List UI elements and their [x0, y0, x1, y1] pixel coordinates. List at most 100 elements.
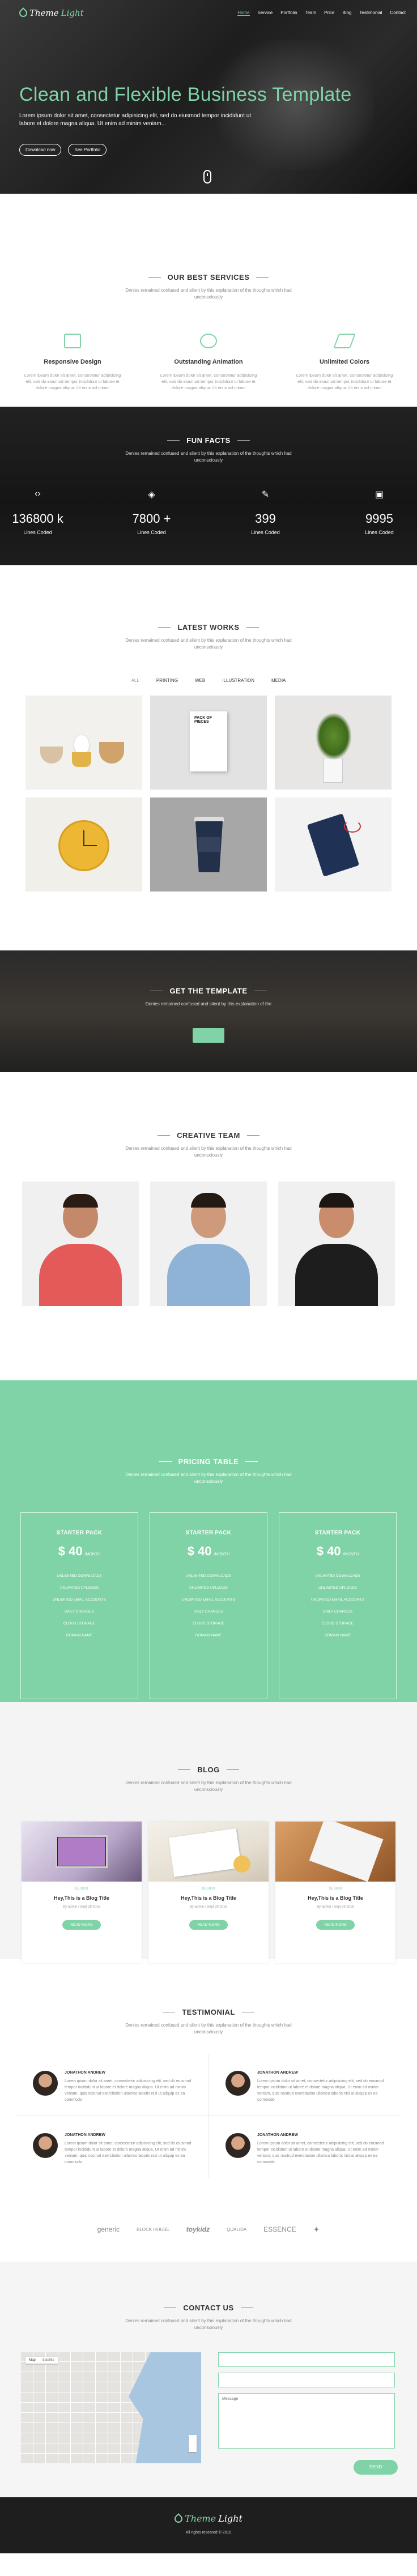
- work-bowls-and-egg[interactable]: [25, 696, 142, 790]
- filter-web[interactable]: WEB: [195, 678, 205, 683]
- client-logo[interactable]: toykidz: [186, 2225, 210, 2233]
- hero-section: Clean and Flexible Business Template Lor…: [0, 0, 417, 194]
- service-item: Unlimited Colors Lorem ipsum dolor sit a…: [293, 334, 395, 391]
- blog-image[interactable]: [22, 1822, 142, 1882]
- work-clock[interactable]: [25, 797, 142, 892]
- facts-title: FUN FACTS: [0, 436, 417, 445]
- message-field[interactable]: [218, 2393, 395, 2449]
- site-footer: Theme Light All rights reserved © 2015: [0, 2497, 417, 2553]
- testimonial-subtitle: Denies remained confused and silent by t…: [125, 2023, 292, 2035]
- avatar: [225, 2071, 250, 2096]
- nav-service[interactable]: Service: [258, 10, 273, 16]
- services-title: OUR BEST SERVICES: [0, 273, 417, 282]
- filter-media[interactable]: MEDIA: [271, 678, 286, 683]
- read-more-button[interactable]: READ MORE: [189, 1920, 228, 1930]
- client-logo[interactable]: QUALIDA: [227, 2227, 246, 2232]
- footer-logo[interactable]: Theme Light: [173, 2513, 242, 2524]
- edit-icon: ✎: [261, 490, 270, 500]
- image-icon: ▣: [375, 490, 384, 500]
- pricing-card: STARTER PACK $ 40/MONTH UNLIMITED DOWNLO…: [150, 1512, 267, 1699]
- nav-portfolio[interactable]: Portfolio: [280, 10, 297, 16]
- map-zoom-control[interactable]: [189, 2435, 197, 2452]
- work-plant[interactable]: [275, 696, 392, 790]
- map-tab[interactable]: Satellite: [39, 2357, 58, 2364]
- brand-logo[interactable]: Theme Light: [18, 7, 84, 19]
- pricing-card: STARTER PACK $ 40/MONTH UNLIMITED DOWNLO…: [279, 1512, 397, 1699]
- nav-team[interactable]: Team: [305, 10, 317, 16]
- service-item: Outstanding Animation Lorem ipsum dolor …: [158, 334, 259, 391]
- testimonial-title: TESTIMONIAL: [0, 2008, 417, 2016]
- read-more-button[interactable]: READ MORE: [62, 1920, 101, 1930]
- filter-printing[interactable]: PRINTING: [156, 678, 178, 683]
- nav-home[interactable]: Home: [237, 10, 250, 16]
- team-section: CREATIVE TEAM Denies remained confused a…: [0, 1072, 417, 1380]
- get-template-section: GET THE TEMPLATE Denies remained confuse…: [0, 950, 417, 1072]
- twitter-bird-icon[interactable]: ✦: [313, 2225, 320, 2234]
- blog-title: BLOG: [0, 1765, 417, 1774]
- facts-subtitle: Denies remained confused and silent by t…: [125, 451, 292, 463]
- scroll-mouse-icon[interactable]: [203, 170, 211, 184]
- testimonial-item: JONATHON ANDREW Lorem ipsum dolor sit ame…: [16, 2054, 208, 2116]
- testimonial-section: TESTIMONIAL Denies remained confused and…: [0, 1959, 417, 2197]
- contact-section: CONTACT US Denies remained confused and …: [0, 2262, 417, 2497]
- services-section: OUR BEST SERVICES Denies remained confus…: [0, 194, 417, 407]
- team-subtitle: Denies remained confused and silent by t…: [125, 1146, 292, 1158]
- team-member-photo[interactable]: [22, 1182, 139, 1306]
- name-field[interactable]: [218, 2352, 395, 2367]
- blog-card: DESIGN Hey,This is a Blog Title By admin…: [148, 1822, 269, 1963]
- leaf-icon: [18, 7, 29, 19]
- avatar: [33, 2071, 58, 2096]
- leaf-icon: [173, 2513, 184, 2524]
- services-subtitle: Denies remained confused and silent by t…: [125, 288, 292, 300]
- client-logo[interactable]: ESSENCE: [263, 2225, 296, 2233]
- testimonial-item: JONATHON ANDREW Lorem ipsum dolor sit ame…: [16, 2116, 208, 2178]
- send-button[interactable]: SEND: [354, 2460, 398, 2475]
- work-coffee-cup[interactable]: [150, 797, 267, 892]
- work-tag[interactable]: [275, 797, 392, 892]
- location-map[interactable]: Map Satellite: [21, 2352, 201, 2463]
- get-template-title: GET THE TEMPLATE: [0, 987, 417, 995]
- blog-card: DESIGN Hey,This is a Blog Title By admin…: [22, 1822, 142, 1963]
- nav-contact[interactable]: Contact: [390, 10, 406, 16]
- read-more-button[interactable]: READ MORE: [316, 1920, 355, 1930]
- team-member-photo[interactable]: [278, 1182, 395, 1306]
- blog-image[interactable]: [275, 1822, 395, 1882]
- blog-section: BLOG Denies remained confused and silent…: [0, 1702, 417, 1963]
- blog-card: DESIGN Hey,This is a Blog Title By admin…: [275, 1822, 395, 1963]
- fact-item: ▣ 9995 Lines Coded: [342, 489, 417, 535]
- contact-subtitle: Denies remained confused and silent by t…: [125, 2318, 292, 2330]
- client-logo[interactable]: generic: [97, 2225, 120, 2233]
- pricing-section: PRICING TABLE Denies remained confused a…: [0, 1380, 417, 1702]
- hero-text: Lorem ipsum dolor sit amet, consectetur …: [19, 113, 252, 127]
- nav-price[interactable]: Price: [324, 10, 334, 16]
- paint-brush-icon: [333, 334, 356, 348]
- client-logo[interactable]: BLOCK HOUSE: [137, 2227, 169, 2232]
- compass-icon: ◈: [148, 490, 155, 500]
- site-header: Theme Light Home Service Portfolio Team P…: [0, 0, 417, 27]
- nav-blog[interactable]: Blog: [342, 10, 351, 16]
- get-template-button[interactable]: [193, 1028, 224, 1043]
- animation-icon: [200, 334, 217, 348]
- map-tab[interactable]: Map: [25, 2357, 39, 2364]
- nav-testimonial[interactable]: Testimonial: [359, 10, 382, 16]
- works-section: LATEST WORKS Denies remained confused an…: [0, 565, 417, 950]
- filter-illustration[interactable]: ILLUSTRATION: [222, 678, 254, 683]
- work-book[interactable]: PACK OF PIECES: [150, 696, 267, 790]
- get-template-subtitle: Denies remained confused and silent by t…: [145, 1001, 272, 1006]
- blog-image[interactable]: [148, 1822, 269, 1882]
- download-button[interactable]: Download now: [19, 144, 62, 156]
- team-title: CREATIVE TEAM: [0, 1131, 417, 1140]
- team-member-photo[interactable]: [150, 1182, 267, 1306]
- works-title: LATEST WORKS: [0, 623, 417, 632]
- filter-all[interactable]: ALL: [131, 678, 139, 683]
- testimonial-item: JONATHON ANDREW Lorem ipsum dolor sit ame…: [208, 2054, 401, 2116]
- blog-subtitle: Denies remained confused and silent by t…: [125, 1780, 292, 1792]
- email-field[interactable]: [218, 2373, 395, 2387]
- main-nav: Home Service Portfolio Team Price Blog T…: [237, 10, 406, 16]
- fact-item: ‹› 136800 k Lines Coded: [0, 489, 75, 535]
- pricing-card: STARTER PACK $ 40/MONTH UNLIMITED DOWNLO…: [20, 1512, 138, 1699]
- see-portfolio-button[interactable]: See Portfolio: [68, 144, 107, 156]
- works-subtitle: Denies remained confused and silent by t…: [125, 638, 292, 650]
- code-icon: ‹›: [35, 489, 41, 498]
- avatar: [225, 2133, 250, 2158]
